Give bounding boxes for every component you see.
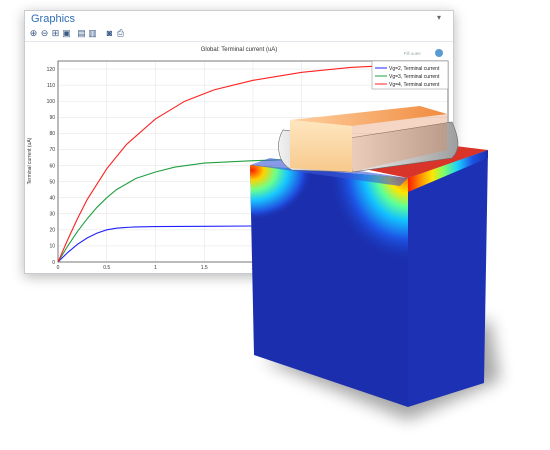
device-side-face — [408, 150, 488, 407]
hot-region-right — [250, 165, 408, 407]
device-3d-render — [250, 106, 500, 420]
gate-front-face — [290, 120, 352, 172]
